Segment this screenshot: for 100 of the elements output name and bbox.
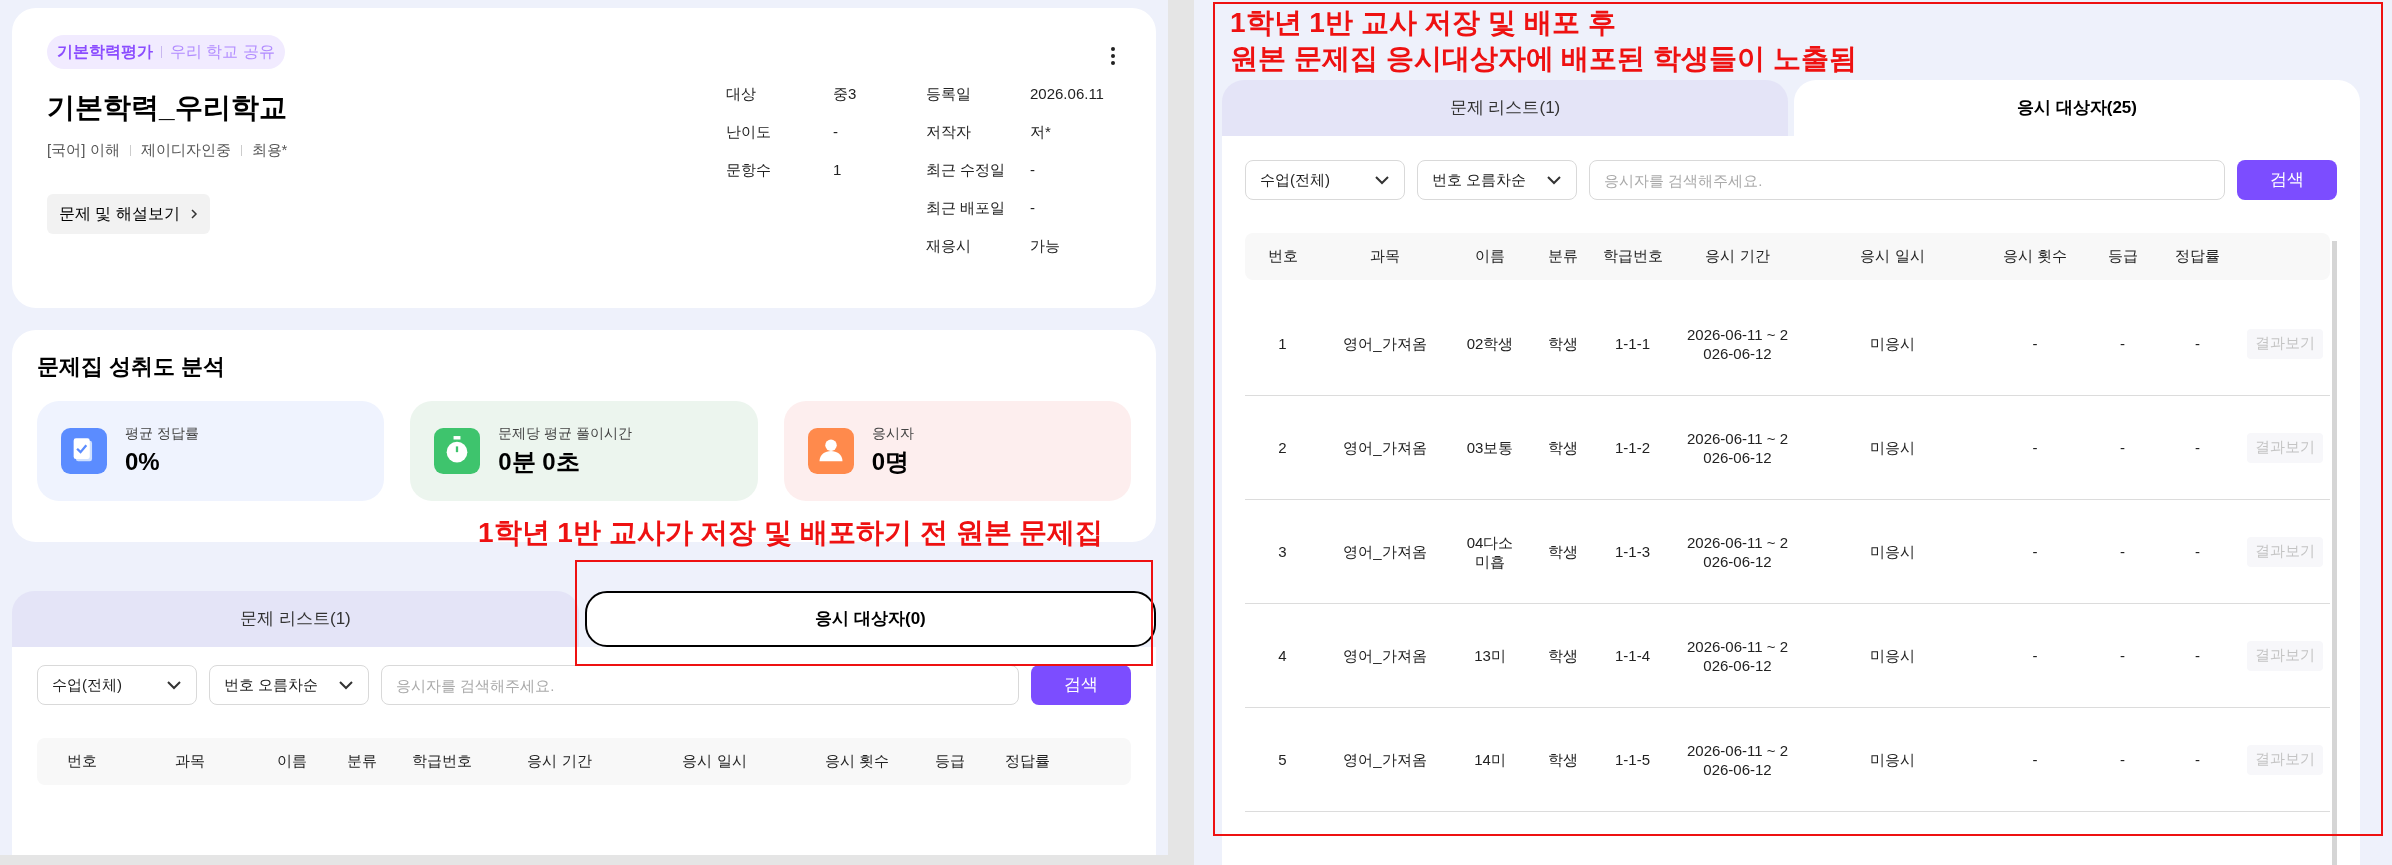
table-cell-text: 3 — [1277, 542, 1288, 561]
table-cell-text: 미응시 — [1869, 646, 1916, 665]
info-value: 2026.06.11 — [1030, 83, 1104, 104]
table-cell-text: - — [2194, 646, 2201, 665]
table-cell-text: 영어_가져옴 — [1342, 438, 1428, 457]
search-button[interactable]: 검색 — [2237, 160, 2337, 200]
column-header: 번호 — [1266, 246, 1299, 267]
info-label: 재응시 — [926, 235, 972, 256]
table-cell-text: 2026-06-11 ~ 2 026-06-12 — [1685, 740, 1790, 779]
search-button[interactable]: 검색 — [1031, 665, 1131, 705]
annotation-text: 1학년 1반 교사 저장 및 배포 후 — [1230, 6, 1617, 40]
column-header: 응시 횟수 — [2001, 246, 2069, 267]
table-cell-text: 2026-06-11 ~ 2 026-06-12 — [1685, 428, 1790, 467]
table-cell-text: - — [2031, 750, 2039, 769]
info-label: 문항수 — [726, 159, 772, 180]
table-cell-text: - — [2119, 334, 2126, 353]
column-header: 과목 — [173, 751, 206, 772]
table-cell-text: 2026-06-11 ~ 2 026-06-12 — [1685, 636, 1790, 675]
stopwatch-icon — [434, 428, 481, 474]
table-cell-text: 02학생 — [1465, 334, 1515, 353]
table-cell-text: 1-1-2 — [1614, 438, 1651, 457]
table-cell-text: 영어_가져옴 — [1342, 542, 1428, 561]
tab[interactable]: 응시 대상자(0) — [585, 591, 1156, 647]
sort-select[interactable]: 번호 오름차순 — [1417, 160, 1577, 200]
info-label: 난이도 — [726, 121, 772, 142]
info-label: 등록일 — [926, 83, 972, 104]
column-header: 응시 일시 — [681, 751, 748, 772]
meta-text: 최용* — [251, 140, 288, 160]
table-cell-text: - — [2031, 438, 2039, 457]
column-header: 학급번호 — [411, 751, 473, 772]
table-cell-text: 1-1-1 — [1614, 334, 1651, 353]
info-label: 대상 — [726, 83, 757, 104]
table-cell-text: - — [2119, 438, 2126, 457]
column-header: 등급 — [2106, 246, 2139, 267]
column-header: 응시 기간 — [526, 751, 593, 772]
table-cell-text: - — [2194, 542, 2201, 561]
search-field[interactable]: 응시자를 검색해주세요. — [381, 665, 1019, 705]
column-header: 응시 횟수 — [823, 751, 891, 772]
table-cell-text: - — [2031, 542, 2039, 561]
chevron-down-icon — [338, 680, 354, 690]
info-value: 가능 — [1030, 235, 1060, 256]
table-cell-text: 미응시 — [1869, 334, 1916, 353]
table-cell-text: 학생 — [1546, 646, 1579, 665]
stat-value: 0% — [125, 446, 161, 477]
info-value: 저* — [1030, 121, 1051, 142]
class-select[interactable]: 수업(전체) — [37, 665, 197, 705]
chevron-down-icon — [1546, 175, 1562, 185]
section-title: 문제집 성취도 분석 — [37, 353, 227, 381]
sort-select[interactable]: 번호 오름차순 — [209, 665, 369, 705]
table-cell-text: 미응시 — [1869, 750, 1916, 769]
table-cell-text: - — [2194, 438, 2201, 457]
column-header: 응시 일시 — [1859, 246, 1926, 267]
column-header: 등급 — [933, 751, 966, 772]
column-header: 번호 — [66, 751, 98, 772]
tab[interactable]: 문제 리스트(1) — [12, 591, 579, 647]
table-cell-text: 학생 — [1546, 542, 1579, 561]
table-cell-text: - — [2119, 646, 2126, 665]
table-cell-text: - — [2194, 750, 2201, 769]
table-cell-text: - — [2194, 334, 2201, 353]
table-cell-text: 03보통 — [1465, 438, 1515, 457]
column-header: 이름 — [276, 751, 308, 772]
table-cell-text: 1-1-4 — [1614, 646, 1651, 665]
stat-value: 0명 — [871, 446, 910, 477]
table-cell-text: 학생 — [1546, 438, 1579, 457]
table-cell-text: 13미 — [1473, 646, 1507, 665]
table-cell-text: 미응시 — [1869, 438, 1916, 457]
table-cell-text: - — [2031, 334, 2039, 353]
annotation-text: 원본 문제집 응시대상자에 배포된 학생들이 노출됨 — [1230, 42, 1857, 76]
more-options-icon[interactable] — [1110, 46, 1116, 66]
meta-text: 제이디자인중 — [140, 140, 231, 160]
table-cell-text: 1-1-5 — [1614, 750, 1651, 769]
info-label: 최근 배포일 — [926, 197, 1007, 218]
info-value: - — [833, 121, 838, 142]
chevron-right-icon — [189, 207, 198, 220]
column-header: 정답률 — [2174, 246, 2221, 267]
table-cell-text: 학생 — [1546, 750, 1579, 769]
view-solutions-button[interactable]: 문제 및 해설보기 — [47, 193, 210, 234]
tab[interactable]: 문제 리스트(1) — [1222, 80, 1788, 136]
chevron-down-icon — [166, 680, 182, 690]
class-select[interactable]: 수업(전체) — [1245, 160, 1405, 200]
table-cell-text: 학생 — [1546, 334, 1579, 353]
stat-label: 평균 정답률 — [125, 423, 199, 443]
meta-text: [국어] 이해 — [47, 140, 120, 160]
search-field[interactable]: 응시자를 검색해주세요. — [1589, 160, 2225, 200]
stat-label: 문제당 평균 풀이시간 — [498, 423, 633, 443]
table-cell-text: - — [2119, 542, 2126, 561]
table-cell-text: 2 — [1277, 438, 1288, 457]
info-value: - — [1030, 159, 1035, 180]
table-cell-text: 5 — [1277, 750, 1288, 769]
clipboard-check-icon — [61, 428, 107, 474]
info-value: 1 — [833, 159, 842, 180]
stat-value: 0분 0초 — [498, 446, 581, 477]
table-cell-text: 미응시 — [1869, 542, 1916, 561]
table-cell-text: 영어_가져옴 — [1342, 750, 1428, 769]
chip-label: 기본학력평가 — [57, 42, 153, 62]
table-cell-text: 14미 — [1473, 750, 1507, 769]
table-cell-text: 1-1-3 — [1614, 542, 1651, 561]
person-icon — [807, 428, 854, 474]
tab[interactable]: 응시 대상자(25) — [1794, 80, 2360, 136]
annotation-text: 1학년 1반 교사가 저장 및 배포하기 전 원본 문제집 — [478, 516, 1104, 550]
